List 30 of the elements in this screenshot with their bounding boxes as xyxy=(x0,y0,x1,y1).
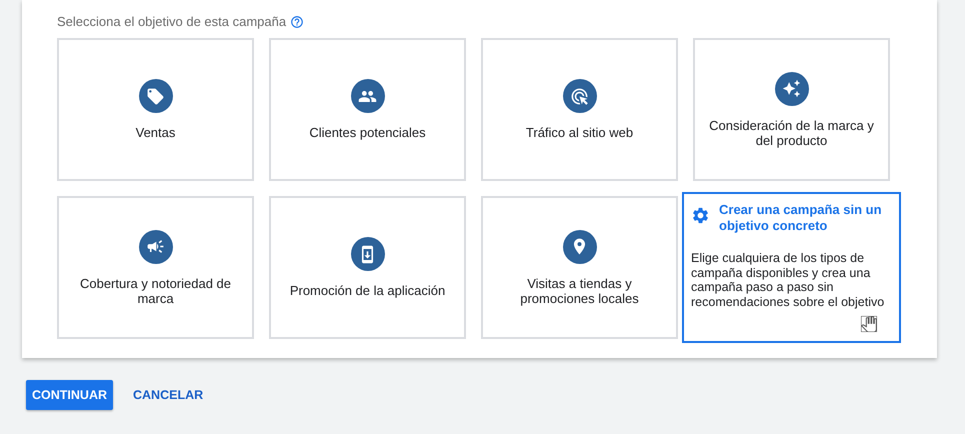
objective-card[interactable]: Promoción de la aplicación xyxy=(269,196,466,339)
hand-cursor-icon xyxy=(861,316,877,332)
objective-card[interactable]: Consideración de la marca y del producto xyxy=(693,38,890,181)
objective-label: Ventas xyxy=(136,125,176,140)
objective-label: Consideración de la marca y del producto xyxy=(708,118,875,148)
tag-icon xyxy=(138,79,172,113)
objective-card[interactable]: Crear una campaña sin un objetivo concreto Elige cualquiera de los tipos de campaña disponibles y crea una campaña paso a paso sin recomendaciones sobre el objetivo xyxy=(682,192,901,343)
continue-button[interactable]: CONTINUAR xyxy=(26,380,113,410)
help-icon[interactable] xyxy=(290,14,304,28)
phone-download-icon xyxy=(350,237,384,271)
prompt-text: Selecciona el objetivo de esta campaña xyxy=(57,14,286,29)
objective-card[interactable]: Tráfico al sitio web xyxy=(481,38,678,181)
objective-card[interactable]: Clientes potenciales xyxy=(269,38,466,181)
objective-label: Promoción de la aplicación xyxy=(290,283,446,298)
objective-card[interactable]: Visitas a tiendas y promociones locales xyxy=(481,196,678,339)
objective-label: Clientes potenciales xyxy=(309,125,426,140)
sparkle-icon xyxy=(774,72,808,106)
location-pin-icon xyxy=(562,230,596,264)
objective-description: Elige cualquiera de los tipos de campaña disponibles y crea una campaña paso a paso sin recomendaciones sobre el objetivo xyxy=(691,251,886,309)
objective-label: Visitas a tiendas y promociones locales xyxy=(519,276,640,306)
people-icon xyxy=(350,79,384,113)
objective-card[interactable]: Cobertura y notoriedad de marca xyxy=(57,196,254,339)
objective-label: Cobertura y notoriedad de marca xyxy=(78,276,232,306)
objective-label: Tráfico al sitio web xyxy=(526,125,634,140)
click-icon xyxy=(562,79,596,113)
objective-card[interactable]: Ventas xyxy=(57,38,254,181)
objective-title: Crear una campaña sin un objetivo concreto xyxy=(719,202,883,234)
megaphone-icon xyxy=(138,230,172,264)
settings-icon xyxy=(691,206,710,225)
cancel-button[interactable]: CANCELAR xyxy=(127,380,210,410)
